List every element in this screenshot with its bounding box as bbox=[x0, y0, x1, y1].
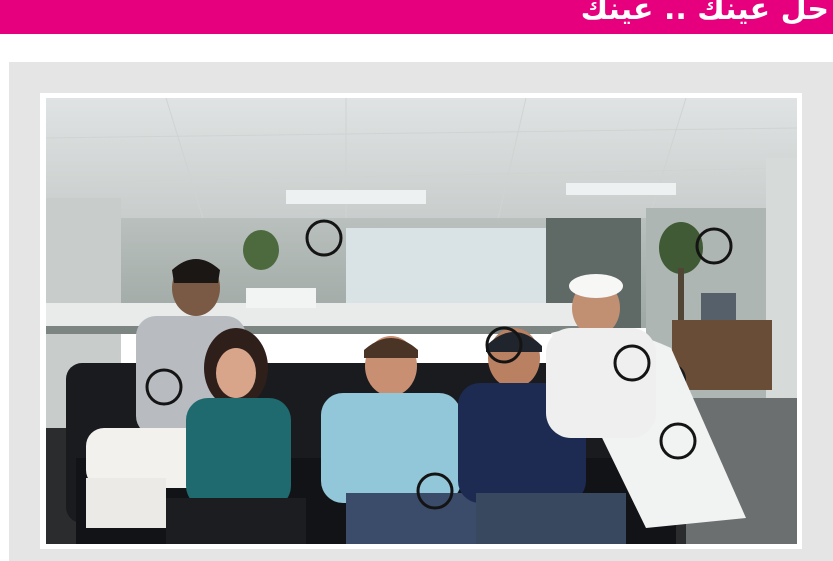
header-title: حل عينك .. عينك bbox=[580, 0, 829, 27]
office-group-photo bbox=[46, 98, 797, 544]
header-bar: حل عينك .. عينك bbox=[0, 0, 833, 34]
